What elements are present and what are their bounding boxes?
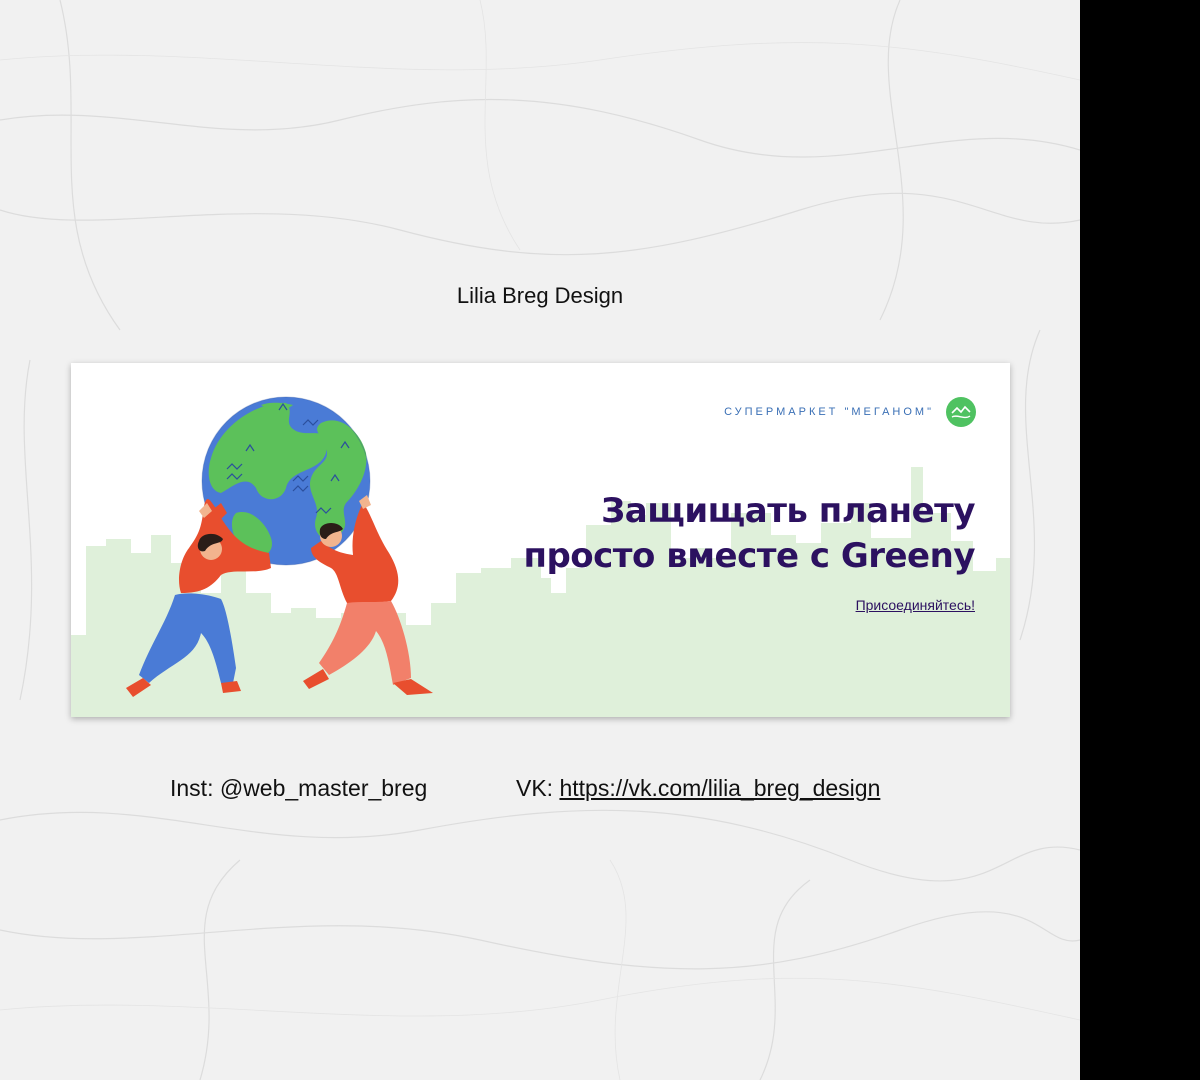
brand-logo-icon: [946, 397, 976, 427]
vk-prefix: VK:: [516, 775, 560, 801]
author-title: Lilia Breg Design: [456, 283, 624, 308]
headline-line-2: просто вместе с Greeny: [523, 536, 975, 576]
canvas: Lilia Breg Design СУПЕРМАРКЕТ "МЕГАНОМ" …: [0, 0, 1080, 1080]
vk-link[interactable]: https://vk.com/lilia_breg_design: [559, 775, 880, 801]
join-link[interactable]: Присоединяйтесь!: [856, 597, 975, 613]
brand-block: СУПЕРМАРКЕТ "МЕГАНОМ": [724, 397, 976, 427]
headline-line-1: Защищать планету: [601, 491, 975, 531]
vk-contact: VK: https://vk.com/lilia_breg_design: [516, 775, 880, 802]
headline: Защищать планету просто вместе с Greeny: [523, 489, 975, 579]
banner: СУПЕРМАРКЕТ "МЕГАНОМ" Защищать планету п…: [71, 363, 1010, 717]
brand-name: СУПЕРМАРКЕТ "МЕГАНОМ": [724, 406, 934, 418]
instagram-contact: Inst: @web_master_breg: [170, 775, 428, 801]
